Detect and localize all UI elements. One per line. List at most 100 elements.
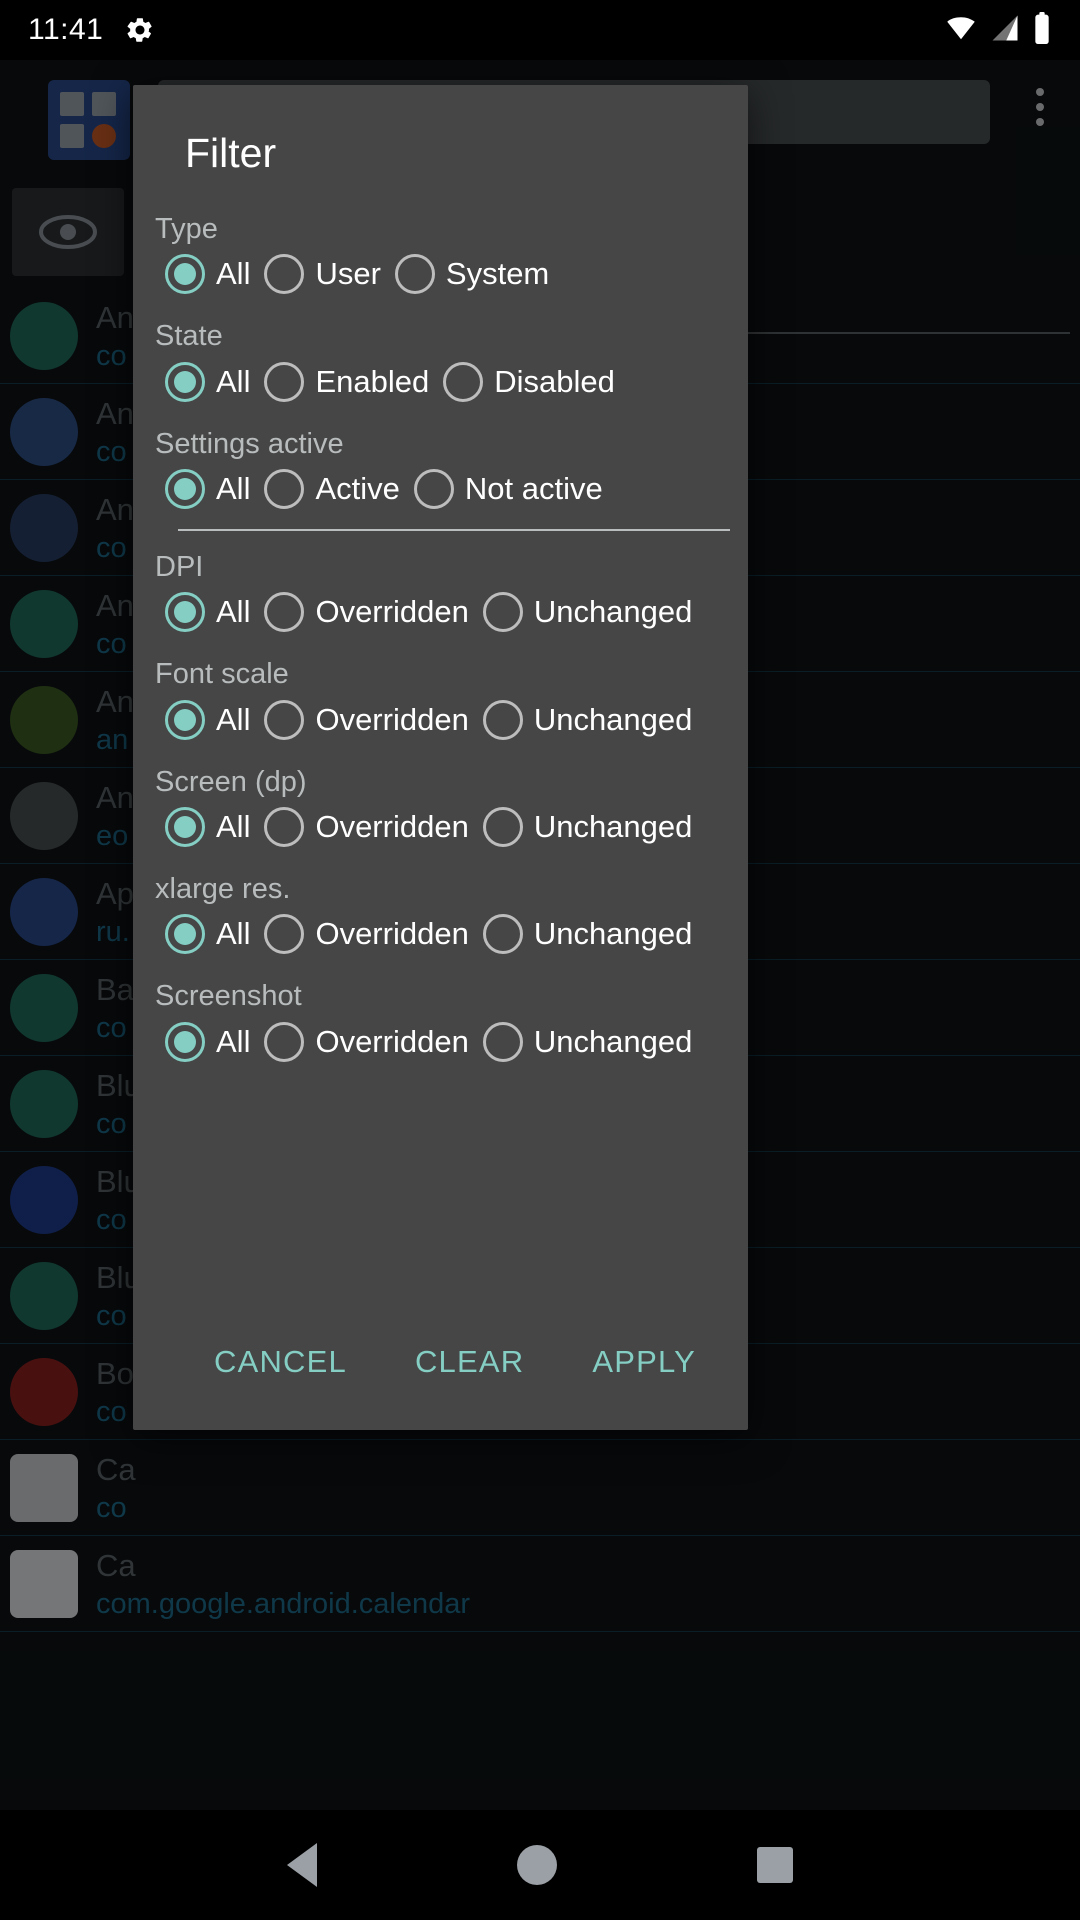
group-label: Screenshot bbox=[155, 980, 302, 1013]
radio-option[interactable]: All bbox=[165, 469, 251, 510]
radio-option-label: System bbox=[445, 256, 550, 292]
section-divider bbox=[178, 529, 730, 532]
gear-icon bbox=[125, 15, 155, 45]
radio-option-label: All bbox=[216, 471, 251, 507]
radio-button-icon[interactable] bbox=[264, 914, 305, 955]
status-bar-icons bbox=[944, 11, 1052, 49]
radio-option-label: All bbox=[216, 809, 251, 845]
radio-option[interactable]: Overridden bbox=[264, 592, 469, 633]
radio-button-icon[interactable] bbox=[165, 914, 205, 955]
radio-button-icon[interactable] bbox=[482, 592, 523, 633]
dialog-title: Filter bbox=[185, 130, 277, 176]
radio-option[interactable]: Disabled bbox=[443, 361, 615, 402]
apply-button[interactable]: APPLY bbox=[582, 1330, 706, 1394]
radio-option-label: Overridden bbox=[315, 1023, 469, 1059]
radio-option[interactable]: All bbox=[165, 1021, 251, 1062]
radio-button-icon[interactable] bbox=[165, 592, 205, 633]
radio-option-label: Unchanged bbox=[533, 1023, 693, 1059]
radio-option[interactable]: All bbox=[165, 254, 251, 295]
radio-option[interactable]: Active bbox=[264, 469, 400, 510]
cancel-button[interactable]: CANCEL bbox=[204, 1330, 357, 1394]
radio-button-icon[interactable] bbox=[482, 914, 523, 955]
radio-option[interactable]: All bbox=[165, 914, 250, 955]
radio-group: All Overridden Unchanged bbox=[155, 1021, 748, 1062]
radio-button-icon[interactable] bbox=[482, 699, 523, 740]
radio-button-icon[interactable] bbox=[165, 361, 205, 402]
radio-button-icon[interactable] bbox=[443, 361, 484, 402]
radio-option[interactable]: Unchanged bbox=[482, 1021, 693, 1062]
radio-option-label: All bbox=[216, 1023, 251, 1059]
radio-button-icon[interactable] bbox=[264, 361, 305, 402]
radio-option[interactable]: Unchanged bbox=[482, 807, 693, 848]
radio-button-icon[interactable] bbox=[264, 1021, 305, 1062]
radio-group: All Overridden Unchanged bbox=[155, 914, 748, 955]
radio-option-label: User bbox=[315, 256, 381, 292]
radio-group: All Overridden Unchanged bbox=[155, 592, 748, 633]
radio-option-label: Overridden bbox=[315, 916, 469, 952]
radio-option[interactable]: Overridden bbox=[264, 699, 469, 740]
radio-option[interactable]: All bbox=[165, 361, 250, 402]
radio-button-icon[interactable] bbox=[482, 807, 523, 848]
radio-option[interactable]: Overridden bbox=[264, 1021, 469, 1062]
status-bar: 11:41 bbox=[0, 0, 1080, 60]
radio-option-label: All bbox=[216, 256, 251, 292]
radio-option[interactable]: System bbox=[394, 254, 550, 295]
battery-icon bbox=[1032, 11, 1052, 49]
radio-button-icon[interactable] bbox=[264, 807, 305, 848]
radio-option[interactable]: Unchanged bbox=[482, 699, 692, 740]
group-label: State bbox=[155, 320, 223, 353]
filter-group-font-scale: Font scale All Overridden Unchanged bbox=[133, 658, 748, 740]
radio-option[interactable]: All bbox=[165, 592, 251, 633]
radio-button-icon[interactable] bbox=[413, 469, 454, 510]
radio-button-icon[interactable] bbox=[264, 254, 305, 295]
radio-group: All Overridden Unchanged bbox=[155, 807, 748, 848]
back-icon[interactable] bbox=[287, 1843, 317, 1887]
radio-option[interactable]: All bbox=[165, 699, 250, 740]
radio-group: All Overridden Unchanged bbox=[155, 699, 748, 740]
radio-button-icon[interactable] bbox=[264, 592, 305, 633]
cell-signal-icon bbox=[988, 13, 1022, 48]
radio-group: All Active Not active bbox=[155, 469, 748, 510]
radio-option[interactable]: User bbox=[264, 254, 381, 295]
radio-option-label: Unchanged bbox=[533, 916, 693, 952]
radio-option[interactable]: Overridden bbox=[264, 914, 469, 955]
radio-option[interactable]: Not active bbox=[413, 469, 603, 510]
radio-button-icon[interactable] bbox=[264, 469, 305, 510]
radio-option-label: Disabled bbox=[494, 363, 615, 399]
radio-option[interactable]: Unchanged bbox=[482, 592, 693, 633]
radio-button-icon[interactable] bbox=[394, 254, 435, 295]
radio-group: All Enabled Disabled bbox=[155, 361, 748, 402]
navigation-bar bbox=[0, 1810, 1080, 1920]
radio-button-icon[interactable] bbox=[165, 254, 205, 295]
radio-option-label: Unchanged bbox=[533, 809, 693, 845]
radio-button-icon[interactable] bbox=[165, 807, 205, 848]
clear-button[interactable]: CLEAR bbox=[405, 1330, 534, 1394]
radio-option-label: All bbox=[216, 594, 251, 630]
radio-option-label: Not active bbox=[464, 471, 603, 507]
radio-option-label: Enabled bbox=[315, 363, 430, 399]
radio-button-icon[interactable] bbox=[482, 1021, 523, 1062]
radio-button-icon[interactable] bbox=[165, 699, 205, 740]
radio-option[interactable]: Enabled bbox=[264, 361, 430, 402]
group-label: Screen (dp) bbox=[155, 765, 307, 798]
dialog-actions: CANCEL CLEAR APPLY bbox=[133, 1330, 748, 1394]
radio-button-icon[interactable] bbox=[165, 1021, 205, 1062]
radio-button-icon[interactable] bbox=[165, 469, 205, 510]
radio-option[interactable]: Unchanged bbox=[482, 914, 693, 955]
radio-option-label: Overridden bbox=[315, 701, 469, 737]
radio-option[interactable]: All bbox=[165, 807, 251, 848]
filter-group-screenshot: Screenshot All Overridden Unchanged bbox=[133, 980, 748, 1062]
radio-option-label: Active bbox=[315, 471, 400, 507]
wifi-icon bbox=[944, 13, 978, 48]
filter-group-state: State All Enabled Disabled bbox=[133, 320, 748, 402]
radio-option-label: Unchanged bbox=[533, 594, 693, 630]
radio-button-icon[interactable] bbox=[264, 699, 305, 740]
radio-option-label: Overridden bbox=[315, 594, 469, 630]
filter-group-settings-active: Settings active All Active Not active bbox=[133, 428, 748, 510]
radio-option[interactable]: Overridden bbox=[264, 807, 469, 848]
home-icon[interactable] bbox=[517, 1845, 557, 1885]
recents-icon[interactable] bbox=[757, 1847, 793, 1883]
